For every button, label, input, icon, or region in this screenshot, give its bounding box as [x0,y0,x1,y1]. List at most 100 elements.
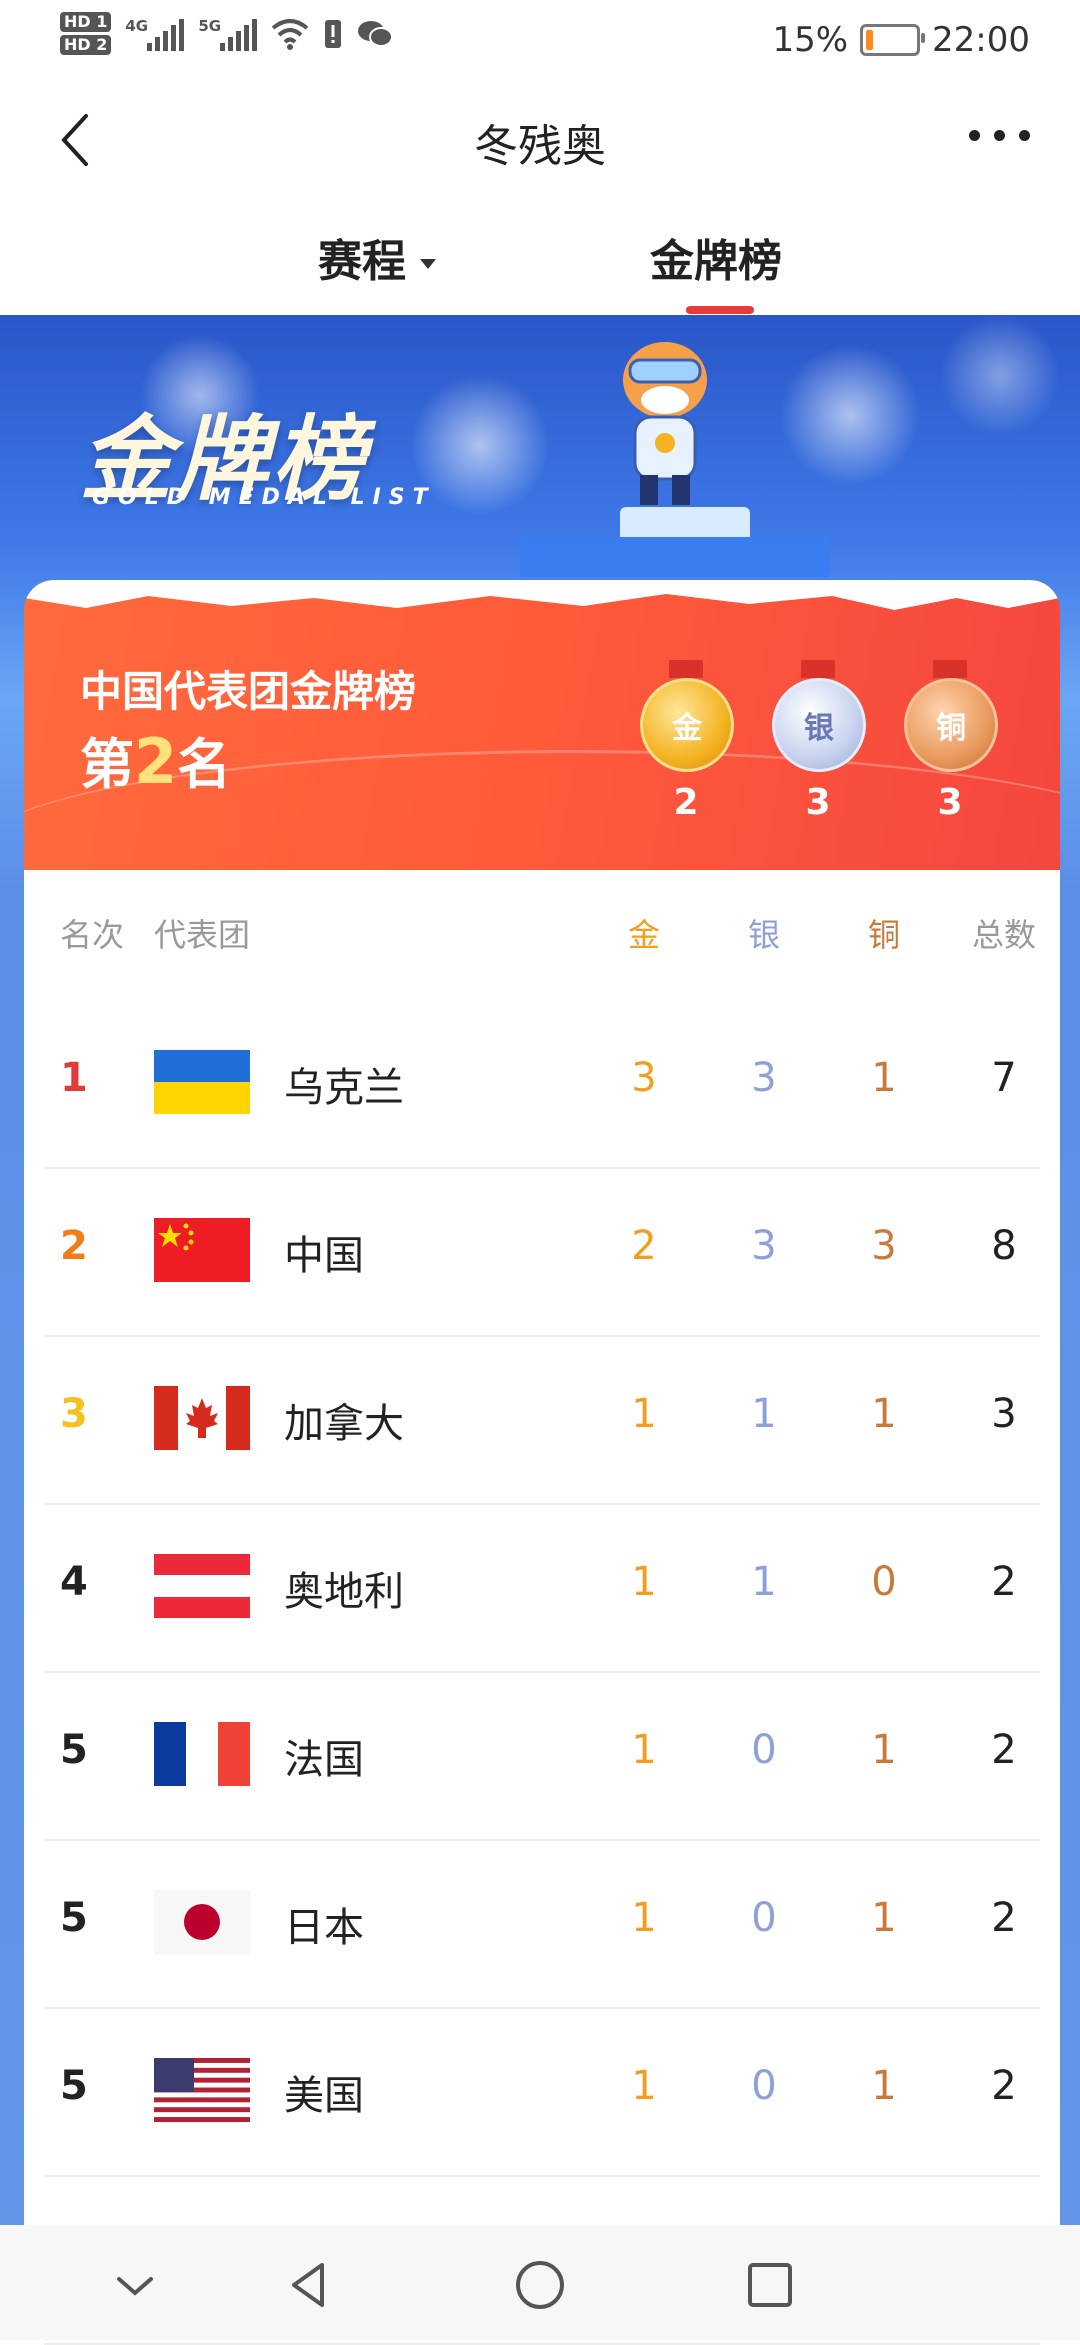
hd-indicator: HD 1 HD 2 [60,12,112,55]
row-total: 2 [991,1727,1017,1773]
row-bronze: 3 [871,1223,897,1269]
hd2-label: HD 2 [60,35,112,55]
system-nav-bar [0,2225,1080,2340]
snow-decoration [24,580,1060,610]
header-team: 代表团 [154,916,251,954]
silver-medal-icon: 银 [772,678,866,772]
bronze-medal-icon: 铜 [904,678,998,772]
status-bar: HD 1 HD 2 4G 5G 15% 22:00 [0,0,1080,80]
row-team-name: 中国 [284,1233,364,1279]
more-options-icon[interactable] [969,130,1030,141]
row-total: 3 [991,1391,1017,1437]
gold-medal-icon: 金 [640,678,734,772]
row-rank: 5 [60,1727,88,1773]
nav-home-icon[interactable] [510,2255,570,2315]
page-title: 冬残奥 [474,121,606,172]
mascot-tiger-illustration [623,342,707,505]
row-team-name: 法国 [284,1737,364,1783]
medal-table: 名次 代表团 金 银 铜 总数 1 乌克兰 3 3 1 7 2 中国 2 3 3 8 3 加拿大 1 1 1 3 4… [24,870,1060,2345]
hd1-label: HD 1 [60,12,112,32]
row-bronze: 1 [871,1895,897,1941]
app-header: 冬残奥 [0,80,1080,200]
flag-austria-icon [154,1554,250,1618]
row-silver: 1 [751,1559,777,1605]
podium-graphic [520,507,830,577]
table-row[interactable]: 1 乌克兰 3 3 1 7 [44,1000,1040,1169]
row-team-name: 美国 [284,2073,364,2119]
row-total: 2 [991,1895,1017,1941]
tab-bar: 赛程 金牌榜 [0,200,1080,315]
row-team-name: 加拿大 [284,1401,404,1447]
header-gold: 金 [627,916,660,954]
table-row[interactable]: 5 日本 1 0 1 2 [44,1840,1040,2009]
row-silver: 0 [751,2063,777,2109]
row-rank: 5 [60,1895,88,1941]
flag-france-icon [154,1722,250,1786]
row-rank: 1 [60,1055,88,1101]
row-silver: 0 [751,1727,777,1773]
collapse-chevron-icon[interactable] [105,2255,165,2315]
net1-label: 4G [125,16,149,35]
team-summary-card: 中国代表团金牌榜 第2名 金 2 银 3 铜 3 [24,580,1060,870]
row-silver: 1 [751,1391,777,1437]
alert-icon [325,19,342,48]
rank-prefix: 第 [80,733,134,796]
bronze-count: 3 [937,782,963,823]
row-gold: 1 [631,1391,657,1437]
team-rank: 第2名 [80,720,231,799]
dropdown-caret-icon [420,259,436,269]
row-bronze: 1 [871,1055,897,1101]
battery-percent: 15% [772,20,849,60]
battery-icon [860,24,926,56]
row-team-name: 日本 [284,1905,364,1951]
bronze-medal-summary: 铜 3 [904,660,998,823]
row-rank: 3 [60,1391,88,1437]
table-row[interactable]: 4 奥地利 1 1 0 2 [44,1504,1040,1673]
rank-value: 2 [134,725,178,798]
row-rank: 4 [60,1559,88,1605]
row-gold: 2 [631,1223,657,1269]
team-title: 中国代表团金牌榜 [80,667,417,716]
row-total: 8 [991,1223,1017,1269]
wechat-icon [358,20,394,47]
table-row[interactable]: 5 美国 1 0 1 2 [44,2008,1040,2177]
silver-count: 3 [805,782,831,823]
clock: 22:00 [932,20,1030,60]
row-rank: 2 [60,1223,88,1269]
row-gold: 1 [631,1727,657,1773]
tab-medal-label: 金牌榜 [650,236,782,287]
rank-suffix: 名 [177,733,232,796]
row-bronze: 1 [871,1391,897,1437]
row-bronze: 0 [871,1559,897,1605]
row-total: 2 [991,2063,1017,2109]
flag-japan-icon [154,1890,250,1954]
row-bronze: 1 [871,2063,897,2109]
row-gold: 1 [631,2063,657,2109]
row-silver: 3 [751,1223,777,1269]
nav-back-icon[interactable] [280,2255,340,2315]
silver-medal-summary: 银 3 [772,660,866,823]
wifi-icon [272,18,309,50]
net2-label: 5G [198,16,222,35]
tab-medal-table[interactable]: 金牌榜 [650,225,782,289]
row-rank: 5 [60,2063,88,2109]
gold-medal-summary: 金 2 [640,660,734,823]
tab-schedule-label: 赛程 [318,236,406,287]
battery-level [866,30,874,50]
tab-schedule[interactable]: 赛程 [318,225,436,289]
header-silver: 银 [747,916,780,954]
table-row[interactable]: 5 法国 1 0 1 2 [44,1672,1040,1841]
table-row[interactable]: 2 中国 2 3 3 8 [44,1168,1040,1337]
active-tab-indicator [686,306,754,314]
table-row[interactable]: 3 加拿大 1 1 1 3 [44,1336,1040,1505]
nav-recents-icon[interactable] [740,2255,800,2315]
flag-china-icon [154,1218,250,1282]
row-total: 7 [991,1055,1017,1101]
header-rank: 名次 [60,916,125,954]
signal-5g-icon: 5G [198,16,258,51]
row-bronze: 1 [871,1727,897,1773]
row-silver: 0 [751,1895,777,1941]
flag-canada-icon [154,1386,250,1450]
header-bronze: 铜 [867,916,900,954]
header-total: 总数 [971,916,1036,954]
